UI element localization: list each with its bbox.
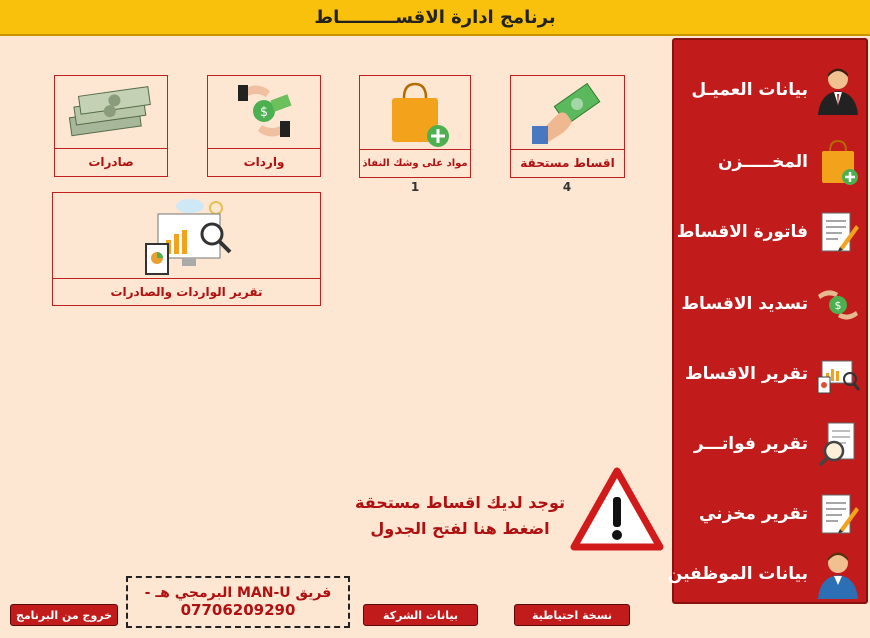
hand-money-icon <box>531 82 600 144</box>
cash-stack-icon <box>68 86 151 137</box>
tile-imports[interactable]: $ واردات <box>207 75 321 177</box>
sidebar-item-installments-report[interactable]: تقرير الاقساط <box>674 344 866 404</box>
sidebar-item-label: بيانات العميـل <box>691 80 808 100</box>
tile-caption: واردات <box>243 155 285 169</box>
sidebar-item-label: تقرير مخزني <box>698 504 808 524</box>
svg-text:$: $ <box>835 299 842 312</box>
team-phone: 07706209290 <box>180 601 296 619</box>
tile-caption: صادرات <box>88 155 134 169</box>
due-installments-count: 4 <box>562 180 572 194</box>
sidebar-item-label: فاتورة الاقساط <box>676 222 808 242</box>
sidebar-item-label: تقرير فواتـــر <box>693 434 808 454</box>
tile-due-installments[interactable]: اقساط مستحقة <box>510 75 625 178</box>
tile-exports[interactable]: صادرات <box>54 75 168 177</box>
report-devices-icon <box>144 198 231 275</box>
company-data-button[interactable]: بيانات الشركة <box>363 604 478 626</box>
svg-text:$: $ <box>260 105 268 120</box>
sidebar-item-label: المخـــــزن <box>718 152 808 172</box>
team-credit: فريق MAN-U البرمجي هـ - 07706209290 <box>126 576 350 628</box>
magnifier-document-icon <box>818 422 855 467</box>
sidebar-item-pay-installments[interactable]: $ تسديد الاقساط <box>674 274 866 334</box>
sidebar: بيانات العميـل المخـــــزن فاتورة الاقسا… <box>668 38 868 604</box>
sidebar-item-store[interactable]: المخـــــزن <box>674 132 866 192</box>
employee-icon <box>818 552 858 599</box>
sidebar-item-customer-data[interactable]: بيانات العميـل <box>674 60 866 120</box>
sidebar-item-invoices-report[interactable]: تقرير فواتـــر <box>674 414 866 474</box>
document-pencil-icon <box>821 494 859 534</box>
tile-imports-exports-report[interactable]: تقرير الواردات والصادرات <box>52 192 321 306</box>
near-depletion-count: 1 <box>410 180 420 194</box>
invoice-edit-icon <box>821 212 859 252</box>
shopping-bag-add-icon <box>822 139 858 185</box>
title-bar: برنامج ادارة الاقســـــــــاط <box>0 0 870 36</box>
customer-icon <box>818 68 858 115</box>
report-devices-icon <box>817 360 860 394</box>
exit-button[interactable]: خروج من البرنامج <box>10 604 118 626</box>
tile-items-near-depletion[interactable]: مواد على وشك النفاذ <box>359 75 471 178</box>
money-hands-icon: $ <box>818 290 858 320</box>
warning-icon[interactable] <box>570 467 664 551</box>
tile-caption: اقساط مستحقة <box>520 156 615 170</box>
sidebar-item-installment-invoice[interactable]: فاتورة الاقساط <box>674 202 866 262</box>
notice-line-1: توجد لديك اقساط مستحقة <box>354 493 565 512</box>
backup-button[interactable]: نسخة احتياطية <box>514 604 630 626</box>
due-installments-notice[interactable]: توجد لديك اقساط مستحقة اضغط هنا لفتح الج… <box>340 490 580 542</box>
tile-caption: مواد على وشك النفاذ <box>362 157 468 169</box>
money-hands-icon: $ <box>238 85 292 137</box>
sidebar-item-label: بيانات الموظفين <box>667 564 808 584</box>
notice-line-2: اضغط هنا لفتح الجدول <box>370 519 550 538</box>
sidebar-item-label: تقرير الاقساط <box>684 364 808 384</box>
shopping-bag-add-icon <box>392 82 449 147</box>
sidebar-item-employees-data[interactable]: بيانات الموظفين <box>668 544 866 604</box>
team-name: فريق MAN-U البرمجي هـ - <box>144 585 332 601</box>
app-title: برنامج ادارة الاقســـــــــاط <box>314 6 556 28</box>
tile-caption: تقرير الواردات والصادرات <box>110 284 263 299</box>
sidebar-item-label: تسديد الاقساط <box>681 294 808 314</box>
sidebar-item-stock-report[interactable]: تقرير مخزني <box>674 484 866 544</box>
